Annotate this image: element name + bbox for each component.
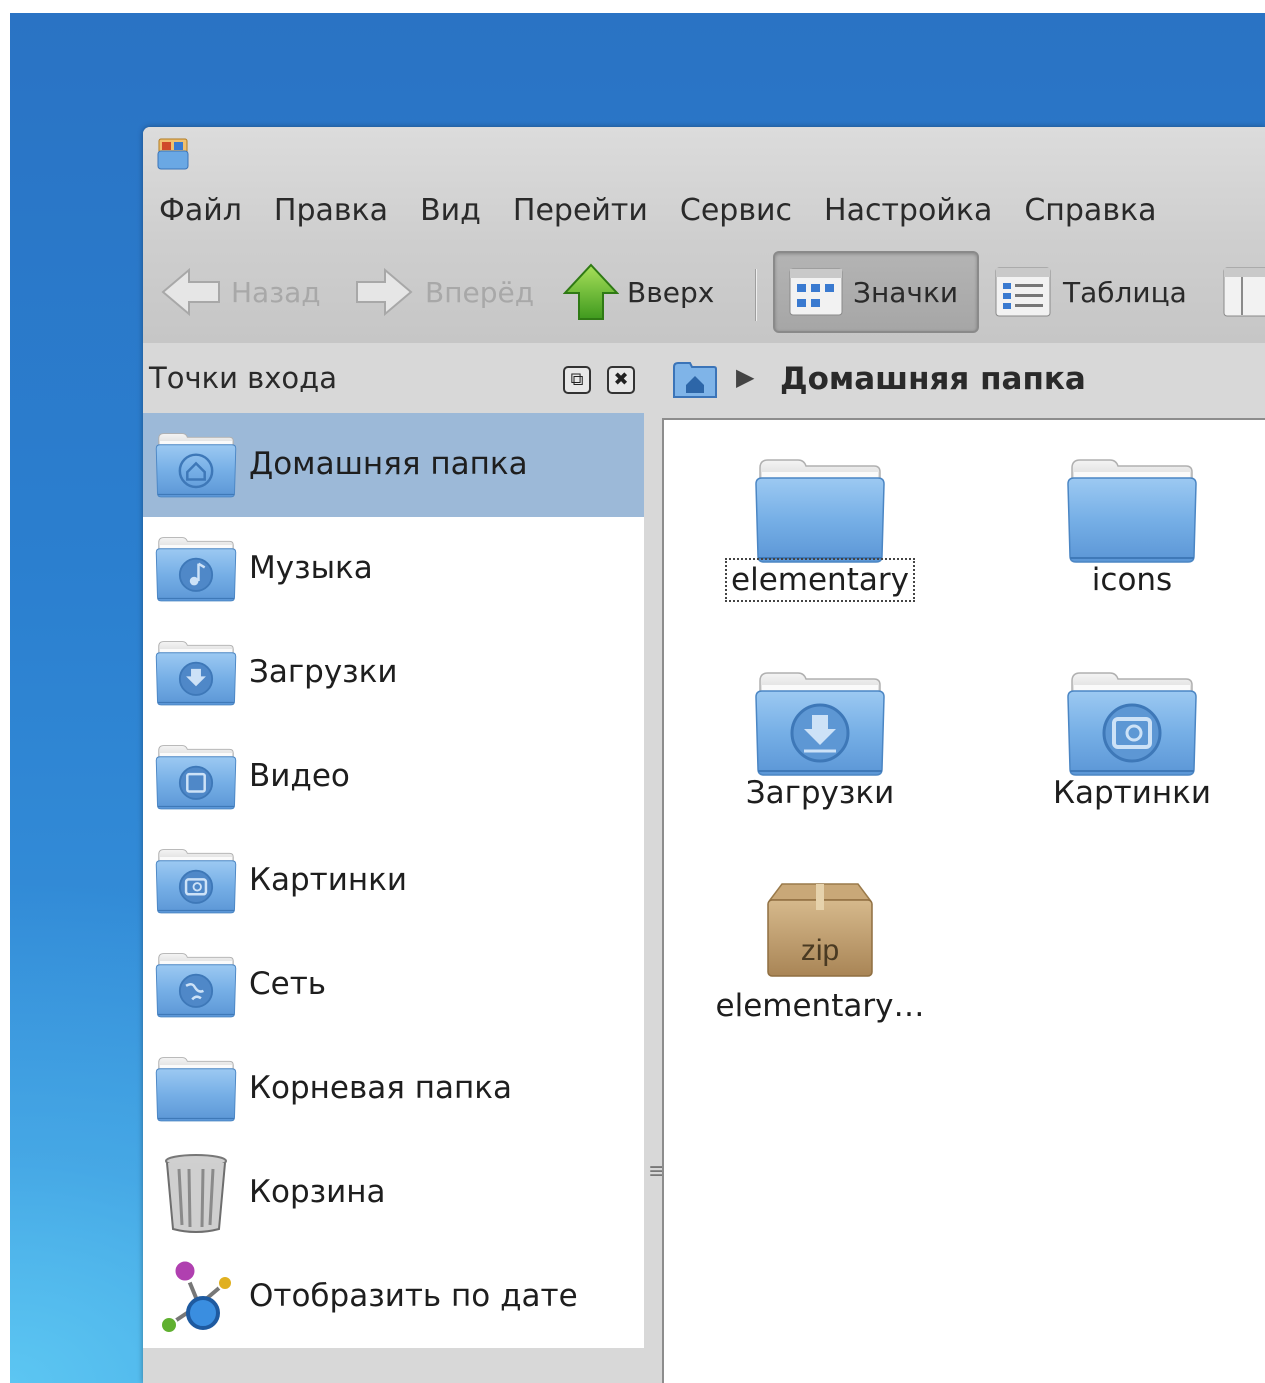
folder-icon bbox=[755, 459, 885, 563]
file-label: Картинки bbox=[1012, 775, 1252, 811]
downloads-folder-icon bbox=[155, 640, 237, 706]
menu-help[interactable]: Справка bbox=[1008, 191, 1172, 231]
sidebar-item-timeline[interactable]: Отобразить по дате bbox=[143, 1245, 644, 1349]
file-label-text: elementary bbox=[725, 558, 915, 602]
file-label-text: Картинки bbox=[1052, 775, 1212, 811]
sidebar-item-label: Сеть bbox=[249, 966, 327, 1002]
forward-button[interactable]: Вперёд bbox=[355, 251, 534, 333]
breadcrumb: ▶ Домашняя папка bbox=[662, 351, 1265, 409]
file-item[interactable]: Загрузки bbox=[700, 653, 940, 853]
columns-view-button[interactable] bbox=[1223, 251, 1265, 333]
root-folder-icon bbox=[155, 1056, 237, 1122]
file-item[interactable]: icons bbox=[1012, 440, 1252, 640]
sidebar-item-root[interactable]: Корневая папка bbox=[143, 1037, 644, 1141]
sidebar-item-trash[interactable]: Корзина bbox=[143, 1141, 644, 1245]
sidebar-item-music[interactable]: Музыка bbox=[143, 517, 644, 621]
menu-view[interactable]: Вид bbox=[404, 191, 497, 231]
breadcrumb-arrow-icon: ▶ bbox=[736, 363, 755, 391]
detail-view-icon bbox=[995, 267, 1051, 317]
file-manager-window: Файл Правка Вид Перейти Сервис Настройка… bbox=[143, 127, 1265, 1383]
pictures-folder-icon bbox=[155, 848, 237, 914]
icon-view-icon bbox=[789, 268, 843, 316]
zip-archive-icon: zip bbox=[767, 883, 873, 977]
svg-text:zip: zip bbox=[801, 934, 839, 967]
sidebar-item-label: Видео bbox=[249, 758, 350, 794]
file-label: elementary bbox=[700, 558, 940, 602]
sidebar-item-label: Музыка bbox=[249, 550, 373, 586]
window-chrome: Файл Правка Вид Перейти Сервис Настройка… bbox=[143, 127, 1265, 343]
back-button[interactable]: Назад bbox=[159, 251, 321, 333]
places-panel-header: Точки входа ⧉ ✖ bbox=[143, 351, 643, 407]
toolbar: Назад Вперёд Вверх Значки Таблица bbox=[143, 239, 1265, 339]
downloads-folder-icon bbox=[755, 672, 885, 776]
table-view-button[interactable]: Таблица bbox=[995, 251, 1187, 333]
arrow-left-icon bbox=[161, 267, 220, 317]
sidebar-item-home[interactable]: Домашняя папка bbox=[143, 413, 644, 517]
table-view-label: Таблица bbox=[1063, 275, 1187, 309]
video-folder-icon bbox=[155, 744, 237, 810]
places-panel: Домашняя папка Музыка Загрузки Видео Кар… bbox=[143, 413, 644, 1348]
menu-edit[interactable]: Правка bbox=[258, 191, 404, 231]
places-panel-title: Точки входа bbox=[149, 361, 337, 395]
music-folder-icon bbox=[155, 536, 237, 602]
file-label: elementary… bbox=[700, 988, 940, 1024]
sidebar-item-label: Корневая папка bbox=[249, 1070, 513, 1106]
float-panel-icon[interactable]: ⧉ bbox=[563, 366, 591, 394]
sidebar-item-label: Домашняя папка bbox=[249, 446, 528, 482]
sidebar-item-label: Загрузки bbox=[249, 654, 398, 690]
sidebar-item-label: Картинки bbox=[249, 862, 408, 898]
menu-file[interactable]: Файл bbox=[143, 191, 258, 231]
timeline-icon bbox=[160, 1258, 233, 1334]
file-item[interactable]: zip elementary… bbox=[700, 866, 940, 1066]
menu-tools[interactable]: Сервис bbox=[664, 191, 808, 231]
arrow-right-icon bbox=[356, 267, 413, 317]
panel-splitter[interactable]: ≡ bbox=[644, 351, 666, 1383]
sidebar-item-video[interactable]: Видео bbox=[143, 725, 644, 829]
network-folder-icon bbox=[155, 952, 237, 1018]
back-label: Назад bbox=[231, 275, 321, 309]
file-label: Загрузки bbox=[700, 775, 940, 811]
home-folder-icon bbox=[155, 432, 237, 498]
arrow-up-icon bbox=[563, 263, 619, 320]
toolbar-separator bbox=[755, 269, 757, 321]
file-label-text: icons bbox=[1091, 562, 1173, 598]
menu-settings[interactable]: Настройка bbox=[808, 191, 1008, 231]
forward-label: Вперёд bbox=[425, 275, 535, 309]
breadcrumb-current[interactable]: Домашняя папка bbox=[780, 361, 1086, 397]
menubar: Файл Правка Вид Перейти Сервис Настройка… bbox=[143, 191, 1173, 231]
icons-view-button[interactable]: Значки bbox=[773, 251, 979, 333]
file-label-text: elementary… bbox=[715, 988, 925, 1024]
menu-go[interactable]: Перейти bbox=[497, 191, 664, 231]
home-icon[interactable] bbox=[672, 359, 718, 401]
sidebar-item-downloads[interactable]: Загрузки bbox=[143, 621, 644, 725]
file-label: icons bbox=[1012, 562, 1252, 598]
up-button[interactable]: Вверх bbox=[563, 251, 714, 333]
sidebar-item-label: Отобразить по дате bbox=[249, 1278, 578, 1314]
trash-icon bbox=[165, 1154, 227, 1233]
file-view: elementary icons Загрузки Картинки zip e… bbox=[662, 418, 1265, 1383]
up-label: Вверх bbox=[627, 275, 715, 309]
close-panel-icon[interactable]: ✖ bbox=[607, 366, 635, 394]
app-icon bbox=[157, 138, 189, 170]
columns-view-icon bbox=[1223, 267, 1265, 317]
folder-icon bbox=[1067, 459, 1197, 563]
icons-view-label: Значки bbox=[853, 275, 959, 309]
file-label-text: Загрузки bbox=[745, 775, 895, 811]
file-item[interactable]: elementary bbox=[700, 440, 940, 640]
sidebar-item-pictures[interactable]: Картинки bbox=[143, 829, 644, 933]
pictures-folder-icon bbox=[1067, 672, 1197, 776]
sidebar-item-network[interactable]: Сеть bbox=[143, 933, 644, 1037]
file-item[interactable]: Картинки bbox=[1012, 653, 1252, 853]
sidebar-item-label: Корзина bbox=[249, 1174, 386, 1210]
